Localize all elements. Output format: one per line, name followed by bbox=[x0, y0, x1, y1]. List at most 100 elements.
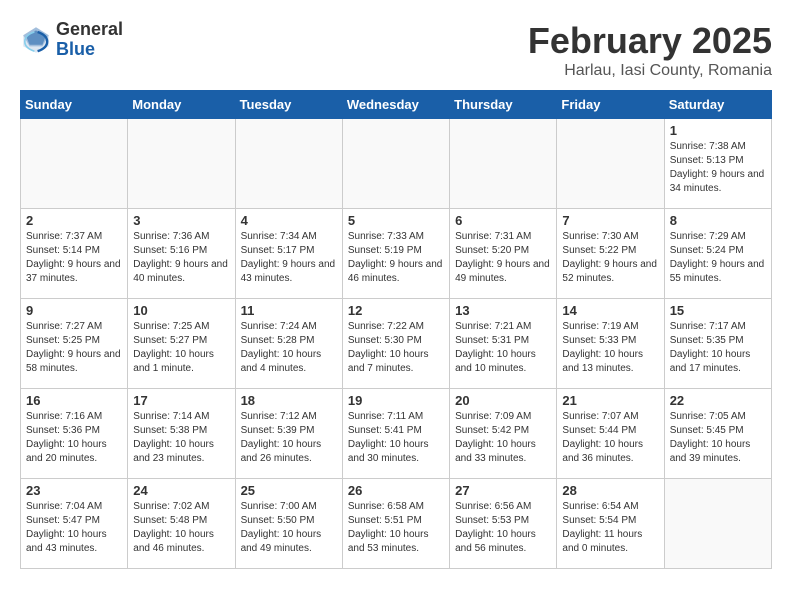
day-number: 25 bbox=[241, 483, 337, 498]
week-row-1: 1 Sunrise: 7:38 AM Sunset: 5:13 PM Daylig… bbox=[21, 119, 772, 209]
week-row-4: 16 Sunrise: 7:16 AM Sunset: 5:36 PM Dayli… bbox=[21, 389, 772, 479]
weekday-header-tuesday: Tuesday bbox=[235, 91, 342, 119]
day-number: 1 bbox=[670, 123, 766, 138]
day-number: 15 bbox=[670, 303, 766, 318]
calendar-cell bbox=[664, 479, 771, 569]
day-number: 11 bbox=[241, 303, 337, 318]
weekday-header-wednesday: Wednesday bbox=[342, 91, 449, 119]
day-info: Sunrise: 7:31 AM Sunset: 5:20 PM Dayligh… bbox=[455, 230, 551, 286]
day-info: Sunrise: 7:22 AM Sunset: 5:30 PM Dayligh… bbox=[348, 320, 444, 376]
calendar-cell: 4Sunrise: 7:34 AM Sunset: 5:17 PM Daylig… bbox=[235, 209, 342, 299]
day-info: Sunrise: 7:12 AM Sunset: 5:39 PM Dayligh… bbox=[241, 410, 337, 466]
logo: General Blue bbox=[20, 20, 123, 60]
calendar-cell: 7 Sunrise: 7:30 AM Sunset: 5:22 PM Daylig… bbox=[557, 209, 664, 299]
day-number: 20 bbox=[455, 393, 551, 408]
day-info: Sunrise: 7:07 AM Sunset: 5:44 PM Dayligh… bbox=[562, 410, 658, 466]
calendar-cell: 24Sunrise: 7:02 AM Sunset: 5:48 PM Dayli… bbox=[128, 479, 235, 569]
day-info: Sunrise: 7:04 AM Sunset: 5:47 PM Dayligh… bbox=[26, 500, 122, 556]
day-info: Sunrise: 6:58 AM Sunset: 5:51 PM Dayligh… bbox=[348, 500, 444, 556]
day-info: Sunrise: 7:38 AM Sunset: 5:13 PM Dayligh… bbox=[670, 140, 766, 196]
day-number: 21 bbox=[562, 393, 658, 408]
day-number: 14 bbox=[562, 303, 658, 318]
calendar-cell: 19 Sunrise: 7:11 AM Sunset: 5:41 PM Dayli… bbox=[342, 389, 449, 479]
calendar-cell: 15 Sunrise: 7:17 AM Sunset: 5:35 PM Dayli… bbox=[664, 299, 771, 389]
calendar-cell: 17 Sunrise: 7:14 AM Sunset: 5:38 PM Dayli… bbox=[128, 389, 235, 479]
title-block: February 2025 Harlau, Iasi County, Roman… bbox=[528, 20, 772, 80]
day-number: 23 bbox=[26, 483, 122, 498]
weekday-header-saturday: Saturday bbox=[664, 91, 771, 119]
day-info: Sunrise: 6:56 AM Sunset: 5:53 PM Dayligh… bbox=[455, 500, 551, 556]
day-number: 2 bbox=[26, 213, 122, 228]
weekday-header-friday: Friday bbox=[557, 91, 664, 119]
day-info: Sunrise: 7:37 AM Sunset: 5:14 PM Dayligh… bbox=[26, 230, 122, 286]
calendar-cell: 3 Sunrise: 7:36 AM Sunset: 5:16 PM Daylig… bbox=[128, 209, 235, 299]
calendar-cell bbox=[128, 119, 235, 209]
day-info: Sunrise: 7:33 AM Sunset: 5:19 PM Dayligh… bbox=[348, 230, 444, 286]
day-info: Sunrise: 7:34 AM Sunset: 5:17 PM Dayligh… bbox=[241, 230, 337, 286]
day-info: Sunrise: 7:02 AM Sunset: 5:48 PM Dayligh… bbox=[133, 500, 229, 556]
calendar-cell: 25 Sunrise: 7:00 AM Sunset: 5:50 PM Dayli… bbox=[235, 479, 342, 569]
weekday-header-monday: Monday bbox=[128, 91, 235, 119]
day-info: Sunrise: 7:36 AM Sunset: 5:16 PM Dayligh… bbox=[133, 230, 229, 286]
day-info: Sunrise: 7:30 AM Sunset: 5:22 PM Dayligh… bbox=[562, 230, 658, 286]
day-number: 16 bbox=[26, 393, 122, 408]
day-number: 28 bbox=[562, 483, 658, 498]
calendar-cell: 20Sunrise: 7:09 AM Sunset: 5:42 PM Dayli… bbox=[450, 389, 557, 479]
calendar-cell: 18 Sunrise: 7:12 AM Sunset: 5:39 PM Dayli… bbox=[235, 389, 342, 479]
day-number: 19 bbox=[348, 393, 444, 408]
calendar-cell: 23 Sunrise: 7:04 AM Sunset: 5:47 PM Dayli… bbox=[21, 479, 128, 569]
weekday-header-row: SundayMondayTuesdayWednesdayThursdayFrid… bbox=[21, 91, 772, 119]
day-number: 7 bbox=[562, 213, 658, 228]
calendar-title: February 2025 bbox=[528, 20, 772, 62]
day-info: Sunrise: 7:17 AM Sunset: 5:35 PM Dayligh… bbox=[670, 320, 766, 376]
calendar-table: SundayMondayTuesdayWednesdayThursdayFrid… bbox=[20, 90, 772, 569]
day-number: 26 bbox=[348, 483, 444, 498]
calendar-cell: 21 Sunrise: 7:07 AM Sunset: 5:44 PM Dayli… bbox=[557, 389, 664, 479]
day-info: Sunrise: 7:21 AM Sunset: 5:31 PM Dayligh… bbox=[455, 320, 551, 376]
day-info: Sunrise: 7:27 AM Sunset: 5:25 PM Dayligh… bbox=[26, 320, 122, 376]
day-info: Sunrise: 7:14 AM Sunset: 5:38 PM Dayligh… bbox=[133, 410, 229, 466]
calendar-cell: 6 Sunrise: 7:31 AM Sunset: 5:20 PM Daylig… bbox=[450, 209, 557, 299]
calendar-cell: 26 Sunrise: 6:58 AM Sunset: 5:51 PM Dayli… bbox=[342, 479, 449, 569]
calendar-subtitle: Harlau, Iasi County, Romania bbox=[528, 62, 772, 80]
calendar-cell: 16 Sunrise: 7:16 AM Sunset: 5:36 PM Dayli… bbox=[21, 389, 128, 479]
header: General Blue February 2025 Harlau, Iasi … bbox=[20, 20, 772, 80]
calendar-cell: 5Sunrise: 7:33 AM Sunset: 5:19 PM Daylig… bbox=[342, 209, 449, 299]
day-info: Sunrise: 7:05 AM Sunset: 5:45 PM Dayligh… bbox=[670, 410, 766, 466]
calendar-cell: 27 Sunrise: 6:56 AM Sunset: 5:53 PM Dayli… bbox=[450, 479, 557, 569]
day-number: 27 bbox=[455, 483, 551, 498]
day-number: 12 bbox=[348, 303, 444, 318]
week-row-2: 2 Sunrise: 7:37 AM Sunset: 5:14 PM Daylig… bbox=[21, 209, 772, 299]
calendar-cell bbox=[450, 119, 557, 209]
weekday-header-sunday: Sunday bbox=[21, 91, 128, 119]
calendar-cell: 28Sunrise: 6:54 AM Sunset: 5:54 PM Dayli… bbox=[557, 479, 664, 569]
calendar-cell: 8Sunrise: 7:29 AM Sunset: 5:24 PM Daylig… bbox=[664, 209, 771, 299]
weekday-header-thursday: Thursday bbox=[450, 91, 557, 119]
calendar-cell: 14 Sunrise: 7:19 AM Sunset: 5:33 PM Dayli… bbox=[557, 299, 664, 389]
calendar-cell bbox=[557, 119, 664, 209]
day-info: Sunrise: 7:25 AM Sunset: 5:27 PM Dayligh… bbox=[133, 320, 229, 376]
calendar-cell: 13 Sunrise: 7:21 AM Sunset: 5:31 PM Dayli… bbox=[450, 299, 557, 389]
calendar-cell: 2 Sunrise: 7:37 AM Sunset: 5:14 PM Daylig… bbox=[21, 209, 128, 299]
logo-general: General Blue bbox=[56, 20, 123, 60]
calendar-cell: 11 Sunrise: 7:24 AM Sunset: 5:28 PM Dayli… bbox=[235, 299, 342, 389]
day-info: Sunrise: 7:11 AM Sunset: 5:41 PM Dayligh… bbox=[348, 410, 444, 466]
day-info: Sunrise: 7:19 AM Sunset: 5:33 PM Dayligh… bbox=[562, 320, 658, 376]
calendar-cell bbox=[235, 119, 342, 209]
calendar-cell: 9Sunrise: 7:27 AM Sunset: 5:25 PM Daylig… bbox=[21, 299, 128, 389]
calendar-cell: 1 Sunrise: 7:38 AM Sunset: 5:13 PM Daylig… bbox=[664, 119, 771, 209]
day-number: 18 bbox=[241, 393, 337, 408]
day-number: 10 bbox=[133, 303, 229, 318]
logo-icon bbox=[20, 24, 52, 56]
day-info: Sunrise: 7:00 AM Sunset: 5:50 PM Dayligh… bbox=[241, 500, 337, 556]
day-info: Sunrise: 7:24 AM Sunset: 5:28 PM Dayligh… bbox=[241, 320, 337, 376]
day-number: 8 bbox=[670, 213, 766, 228]
day-number: 3 bbox=[133, 213, 229, 228]
day-number: 17 bbox=[133, 393, 229, 408]
day-number: 13 bbox=[455, 303, 551, 318]
calendar-cell: 12 Sunrise: 7:22 AM Sunset: 5:30 PM Dayli… bbox=[342, 299, 449, 389]
day-info: Sunrise: 7:16 AM Sunset: 5:36 PM Dayligh… bbox=[26, 410, 122, 466]
day-number: 6 bbox=[455, 213, 551, 228]
week-row-3: 9Sunrise: 7:27 AM Sunset: 5:25 PM Daylig… bbox=[21, 299, 772, 389]
calendar-cell bbox=[342, 119, 449, 209]
